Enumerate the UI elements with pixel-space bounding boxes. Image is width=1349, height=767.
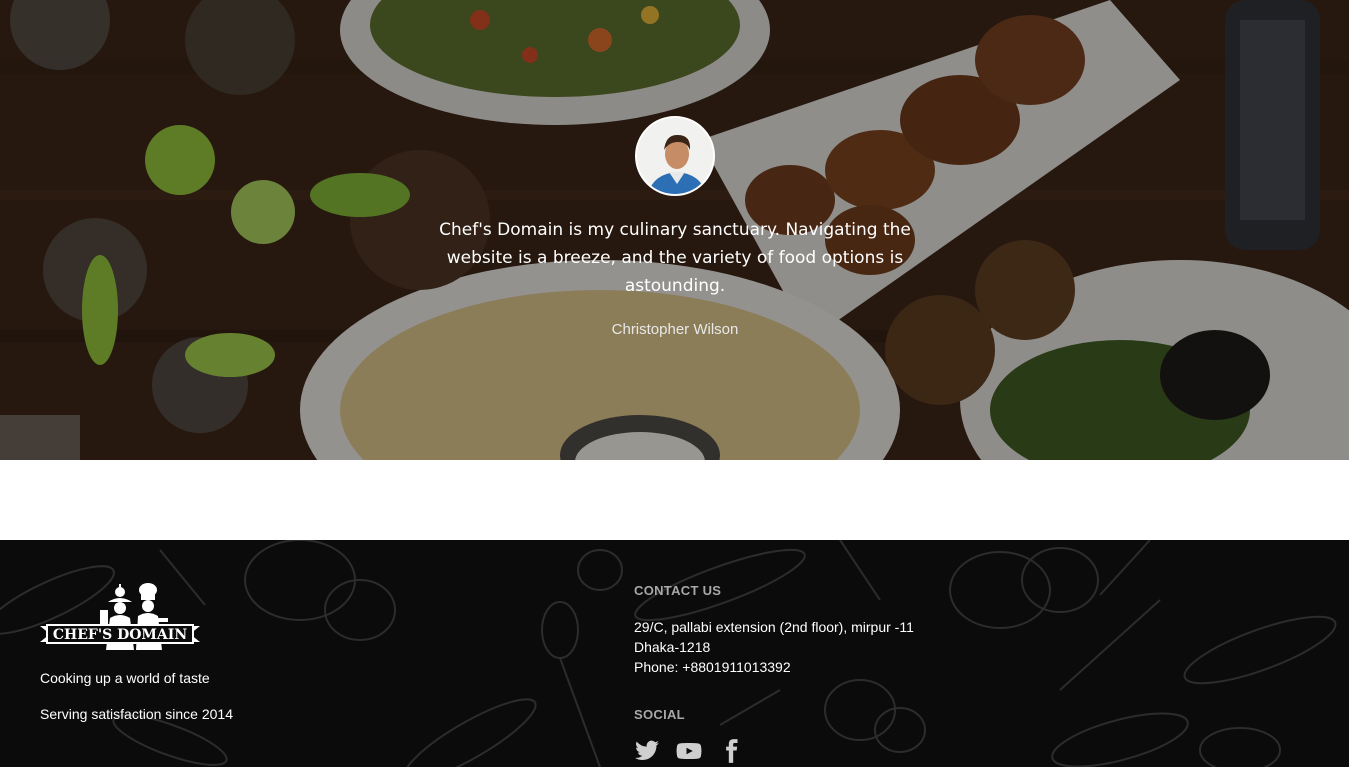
testimonial-author: Christopher Wilson [611, 321, 739, 338]
chef-waiter-logo-icon: CHEF'S DOMAIN [40, 583, 200, 650]
footer-since-text: Serving satisfaction since 2014 [40, 706, 233, 722]
phone-number[interactable]: Phone: +8801911013392 [634, 659, 791, 675]
testimonial-quote: Chef's Domain is my culinary sanctuary. … [439, 220, 911, 296]
testimonial-section: Chef's Domain is my culinary sanctuary. … [0, 0, 1349, 460]
address-line-1: 29/C, pallabi extension (2nd floor), mir… [634, 619, 914, 635]
contact-us-heading: CONTACT US [634, 583, 722, 598]
social-heading: SOCIAL [634, 707, 685, 722]
chefs-domain-logo[interactable]: CHEF'S DOMAIN [40, 580, 200, 660]
facebook-icon[interactable] [718, 738, 744, 764]
social-links [634, 738, 744, 766]
youtube-icon[interactable] [676, 738, 702, 764]
customer-avatar [635, 116, 715, 196]
site-footer: CHEF'S DOMAIN Cooking up a world of tast… [0, 540, 1349, 767]
footer-tagline: Cooking up a world of taste [40, 670, 210, 686]
address-line-2: Dhaka-1218 [634, 639, 711, 655]
svg-text:CHEF'S DOMAIN: CHEF'S DOMAIN [53, 627, 187, 643]
twitter-icon[interactable] [634, 738, 660, 764]
section-spacer [0, 460, 1349, 540]
